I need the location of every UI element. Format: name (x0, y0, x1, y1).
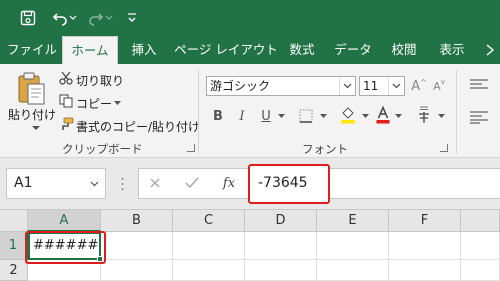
copy-dropdown-icon[interactable] (113, 100, 121, 105)
title-bar (0, 0, 500, 36)
name-box[interactable]: A1 (6, 168, 106, 199)
align-top-icon[interactable] (464, 74, 494, 96)
redo-dropdown-icon[interactable] (104, 8, 114, 28)
cell[interactable] (101, 260, 173, 281)
cell[interactable] (389, 260, 461, 281)
cell[interactable] (28, 260, 101, 281)
column-header[interactable]: C (173, 210, 245, 232)
font-name-dropdown-icon[interactable] (339, 77, 355, 95)
cell[interactable] (461, 232, 500, 260)
column-header[interactable]: E (317, 210, 389, 232)
format-painter-button[interactable]: 書式のコピー/貼り付け (76, 118, 200, 135)
name-box-value: A1 (14, 175, 33, 191)
fill-handle[interactable] (97, 256, 103, 262)
ribbon: 貼り付け 切り取り コピー 書式のコピー/貼り付け クリップボード 游ゴシック … (0, 64, 500, 158)
enter-icon[interactable] (183, 174, 201, 192)
name-box-dropdown-icon[interactable] (90, 169, 99, 198)
worksheet-grid: A B C D E F 1 2 ####### (0, 210, 500, 281)
cell[interactable] (101, 232, 173, 260)
font-dialog-launcher-icon[interactable] (440, 144, 448, 152)
font-name-combobox[interactable]: 游ゴシック (206, 76, 356, 96)
font-size-value: 11 (363, 79, 379, 93)
cell[interactable] (317, 260, 389, 281)
cell[interactable] (389, 232, 461, 260)
formula-bar-grip-icon[interactable] (118, 172, 126, 196)
clipboard-dialog-launcher-icon[interactable] (187, 144, 195, 152)
clipboard-group-label: クリップボード (62, 142, 143, 156)
fill-color-icon[interactable] (338, 104, 358, 126)
column-header[interactable]: F (389, 210, 461, 232)
paste-dropdown-icon[interactable] (30, 124, 42, 132)
underline-dropdown-icon[interactable] (276, 112, 286, 120)
tab-review[interactable]: 校閲 (384, 36, 424, 64)
font-name-value: 游ゴシック (210, 79, 271, 93)
tab-file[interactable]: ファイル (4, 36, 60, 64)
row-header[interactable]: 1 (0, 232, 28, 260)
tab-scroll-right[interactable] (480, 36, 500, 64)
tab-formulas[interactable]: 数式 (282, 36, 322, 64)
cell[interactable] (317, 232, 389, 260)
copy-button[interactable]: コピー (76, 95, 112, 112)
underline-button[interactable]: U (258, 106, 274, 126)
increase-font-size-icon[interactable]: A ^ (410, 76, 428, 96)
tab-home[interactable]: ホーム (62, 36, 118, 64)
phonetic-guide-dropdown-icon[interactable] (436, 112, 446, 120)
borders-icon[interactable] (296, 106, 316, 126)
undo-icon[interactable] (50, 8, 70, 28)
cell-a1[interactable]: ####### (28, 232, 101, 260)
column-header[interactable] (461, 210, 500, 232)
cut-button[interactable]: 切り取り (76, 72, 124, 89)
column-header[interactable]: D (245, 210, 317, 232)
tab-page-layout[interactable]: ページ レイアウト (172, 36, 280, 64)
customize-qat-icon[interactable] (122, 8, 142, 28)
font-size-combobox[interactable]: 11 (359, 76, 405, 96)
copy-icon[interactable] (58, 93, 74, 109)
row-header[interactable]: 2 (0, 260, 28, 281)
tab-view[interactable]: 表示 (432, 36, 472, 64)
ribbon-separator (198, 70, 199, 154)
align-left-icon[interactable] (464, 106, 494, 128)
font-size-dropdown-icon[interactable] (388, 77, 404, 95)
font-color-dropdown-icon[interactable] (393, 112, 403, 120)
cell[interactable] (245, 232, 317, 260)
ribbon-tabs: ファイル ホーム 挿入 ページ レイアウト 数式 データ 校閲 表示 (0, 36, 500, 64)
borders-dropdown-icon[interactable] (318, 112, 328, 120)
save-icon[interactable] (18, 8, 38, 28)
undo-dropdown-icon[interactable] (68, 8, 78, 28)
cell[interactable] (245, 260, 317, 281)
decrease-font-size-icon[interactable]: Av (430, 76, 448, 96)
cell[interactable] (461, 260, 500, 281)
column-header[interactable]: A (28, 210, 101, 232)
cell[interactable] (173, 260, 245, 281)
cancel-icon[interactable] (146, 174, 164, 192)
column-header[interactable]: B (101, 210, 173, 232)
cell[interactable] (173, 232, 245, 260)
fill-color-dropdown-icon[interactable] (360, 112, 370, 120)
font-group-label: フォント (302, 142, 348, 156)
ribbon-separator (456, 70, 457, 154)
font-color-icon[interactable] (374, 104, 392, 126)
format-painter-icon[interactable] (58, 116, 74, 132)
phonetic-guide-icon[interactable] (414, 104, 434, 126)
paste-button[interactable]: 貼り付け (8, 106, 56, 123)
formula-bar-value[interactable]: -73645 (248, 164, 330, 204)
paste-icon[interactable] (14, 70, 48, 108)
italic-button[interactable]: I (234, 106, 250, 126)
tab-data[interactable]: データ (330, 36, 376, 64)
cut-icon[interactable] (58, 70, 74, 86)
select-all-button[interactable] (0, 210, 28, 232)
tab-insert[interactable]: 挿入 (122, 36, 166, 64)
bold-button[interactable]: B (210, 106, 226, 126)
insert-function-button[interactable]: fx (218, 172, 240, 194)
redo-icon[interactable] (86, 8, 106, 28)
